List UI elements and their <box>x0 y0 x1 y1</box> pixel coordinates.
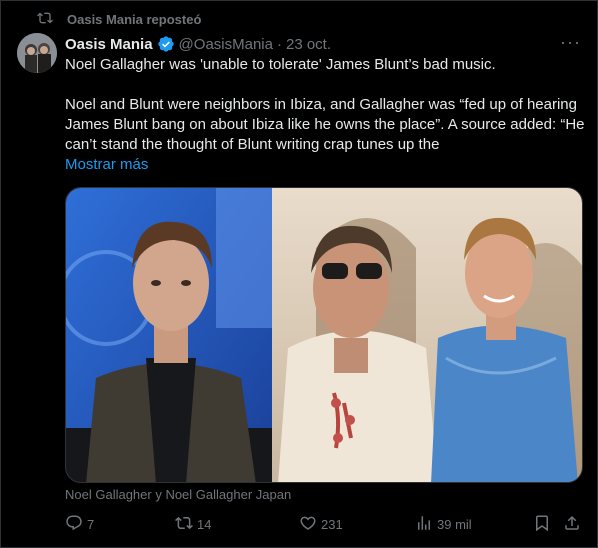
more-options-icon[interactable]: ··· <box>560 33 581 51</box>
media-caption[interactable]: Noel Gallagher y Noel Gallagher Japan <box>65 487 291 502</box>
repost-action-icon <box>175 514 193 535</box>
like-count: 231 <box>321 516 343 532</box>
views-count: 39 mil <box>437 516 472 532</box>
reply-button[interactable]: 7 <box>65 513 94 535</box>
tweet-text: Noel Gallagher was 'unable to tolerate' … <box>65 55 585 155</box>
author-name[interactable]: Oasis Mania <box>65 36 153 53</box>
like-button[interactable]: 231 <box>299 513 343 535</box>
verified-badge-icon[interactable] <box>157 35 175 53</box>
tweet-media-image[interactable] <box>65 187 583 483</box>
repost-count: 14 <box>197 516 212 532</box>
action-bar: 7 14 231 39 mil <box>65 513 585 535</box>
tweet-card[interactable]: Oasis Mania reposteó Oasis Mania @OasisM… <box>0 0 598 548</box>
reply-icon <box>65 514 83 535</box>
tweet-paragraph-1: Noel Gallagher was 'unable to tolerate' … <box>65 56 496 73</box>
tweet-paragraph-2: Noel and Blunt were neighbors in Ibiza, … <box>65 96 585 153</box>
share-icon <box>563 514 581 535</box>
show-more-link[interactable]: Mostrar más <box>65 156 148 173</box>
views-chart-icon <box>415 514 433 535</box>
author-handle[interactable]: @OasisMania <box>179 36 273 53</box>
views-button[interactable]: 39 mil <box>415 513 472 535</box>
author-avatar[interactable] <box>17 33 57 73</box>
bookmark-button[interactable] <box>533 513 551 535</box>
repost-indicator: Oasis Mania reposteó <box>37 10 201 28</box>
separator-dot: · <box>276 35 282 53</box>
repost-button[interactable]: 14 <box>175 513 211 535</box>
tweet-header: Oasis Mania @OasisMania · 23 oct. <box>65 34 331 54</box>
reply-count: 7 <box>87 516 95 532</box>
repost-icon <box>37 10 53 29</box>
bookmark-icon <box>533 514 551 535</box>
heart-icon <box>299 514 317 535</box>
share-button[interactable] <box>563 513 581 535</box>
tweet-date[interactable]: 23 oct. <box>286 36 331 53</box>
repost-label[interactable]: Oasis Mania reposteó <box>67 12 201 27</box>
